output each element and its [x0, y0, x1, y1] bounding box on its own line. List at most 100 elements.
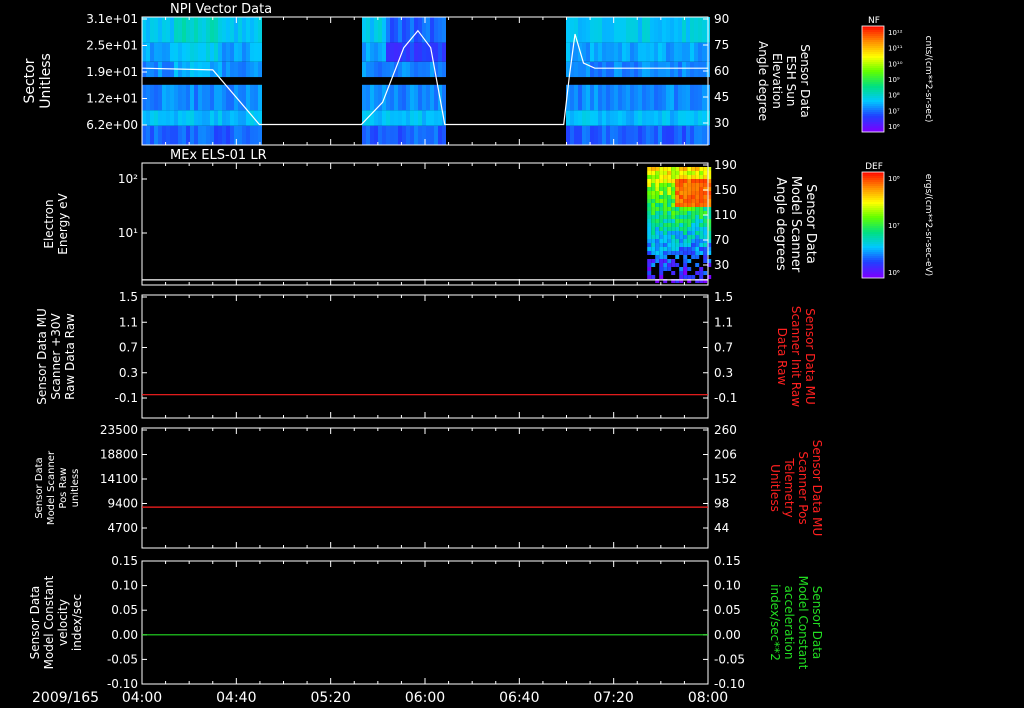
spectrogram-cell: [703, 219, 708, 223]
spectrogram-cell: [691, 231, 696, 235]
spectrogram-cell: [646, 125, 650, 145]
spectrogram-cell: [675, 239, 680, 243]
y-axis-label: Scanner +30V: [49, 312, 63, 399]
spectrogram-cell: [655, 175, 660, 179]
spectrogram-cell: [671, 219, 676, 223]
spectrogram-cell: [683, 187, 688, 191]
spectrogram-cell: [210, 110, 214, 126]
spectrogram-cell: [186, 84, 190, 111]
spectrogram-cell: [414, 125, 418, 145]
y2-tick-label: 70: [714, 233, 729, 247]
spectrogram-cell: [642, 17, 646, 43]
colorbar-cell: [862, 60, 884, 63]
spectrogram-cell: [378, 61, 382, 78]
spectrogram-cell: [370, 84, 374, 111]
spectrogram-cell: [418, 17, 422, 43]
spectrogram-cell: [202, 77, 206, 85]
spectrogram-cell: [679, 223, 684, 227]
spectrogram-cell: [422, 61, 426, 78]
colorbar-cell: [862, 102, 884, 105]
spectrogram-cell: [651, 195, 656, 199]
colorbar-cell: [862, 86, 884, 89]
colorbar-cell: [862, 272, 884, 275]
spectrogram-cell: [699, 267, 704, 271]
spectrogram-cell: [671, 187, 676, 191]
y2-axis-label: Model Constant: [796, 576, 810, 670]
colorbar-cell: [862, 32, 884, 35]
spectrogram-cell: [667, 171, 672, 175]
spectrogram-cell: [414, 17, 418, 43]
y-axis-label: Model Constant: [42, 575, 56, 669]
y-axis-label: Sensor Data: [34, 457, 45, 518]
spectrogram-cell: [667, 207, 672, 211]
spectrogram-cell: [218, 61, 222, 78]
spectrogram-cell: [170, 77, 174, 85]
spectrogram-cell: [674, 77, 678, 85]
spectrogram-cell: [679, 207, 684, 211]
spectrogram-cell: [667, 235, 672, 239]
spectrogram-cell: [426, 17, 430, 43]
spectrogram-cell: [655, 191, 660, 195]
spectrogram-cell: [659, 203, 664, 207]
spectrogram-cell: [250, 84, 254, 111]
spectrogram-cell: [703, 247, 708, 251]
spectrogram-cell: [671, 223, 676, 227]
spectrogram-cell: [234, 77, 238, 85]
spectrogram-cell: [659, 259, 664, 263]
spectrogram-cell: [610, 77, 614, 85]
spectrogram-cell: [699, 275, 704, 279]
spectrogram-cell: [226, 110, 230, 126]
spectrogram-cell: [186, 42, 190, 62]
spectrogram-cell: [662, 125, 666, 145]
spectrogram-cell: [647, 203, 652, 207]
spectrogram-cell: [674, 17, 678, 43]
spectrogram-cell: [234, 110, 238, 126]
y2-axis-label: Sensor Data MU: [810, 440, 824, 537]
spectrogram-cell: [362, 61, 366, 78]
spectrogram-cell: [691, 175, 696, 179]
spectrogram-cell: [691, 183, 696, 187]
spectrogram-cell: [414, 77, 418, 85]
spectrogram-cell: [622, 42, 626, 62]
spectrogram-cell: [590, 84, 594, 111]
spectrogram-cell: [687, 187, 692, 191]
spectrogram-cell: [670, 77, 674, 85]
spectrogram-cell: [442, 42, 446, 62]
spectrogram-cell: [582, 17, 586, 43]
spectrogram-cell: [386, 42, 390, 62]
spectrogram-cell: [566, 42, 570, 62]
spectrogram-cell: [647, 259, 652, 263]
spectrogram-cell: [158, 17, 162, 43]
spectrogram-cell: [667, 195, 672, 199]
colorbar-cell: [862, 196, 884, 199]
colorbar-tick-label: 10⁶: [888, 123, 900, 131]
spectrogram-cell: [158, 110, 162, 126]
spectrogram-cell: [630, 125, 634, 145]
spectrogram-cell: [394, 42, 398, 62]
spectrogram-cell: [682, 110, 686, 126]
spectrogram-cell: [218, 42, 222, 62]
spectrogram-cell: [687, 211, 692, 215]
spectrogram-cell: [362, 17, 366, 43]
spectrogram-cell: [703, 251, 708, 255]
spectrogram-cell: [671, 199, 676, 203]
spectrogram-cell: [246, 84, 250, 111]
spectrogram-cell: [655, 167, 660, 171]
spectrogram-cell: [202, 84, 206, 111]
spectrogram-cell: [594, 77, 598, 85]
spectrogram-cell: [651, 175, 656, 179]
spectrogram-cell: [670, 110, 674, 126]
colorbar-cell: [862, 244, 884, 247]
spectrogram-cell: [582, 84, 586, 111]
spectrogram-cell: [659, 219, 664, 223]
y2-tick-label: -0.05: [714, 652, 745, 666]
spectrogram-cell: [699, 211, 704, 215]
spectrogram-cell: [662, 77, 666, 85]
spectrogram-cell: [699, 219, 704, 223]
y2-tick-label: 45: [714, 90, 729, 104]
spectrogram-cell: [646, 84, 650, 111]
spectrogram-cell: [663, 195, 668, 199]
y2-axis-label: Sensor Data: [810, 586, 824, 660]
spectrogram-cell: [659, 211, 664, 215]
spectrogram-cell: [638, 77, 642, 85]
